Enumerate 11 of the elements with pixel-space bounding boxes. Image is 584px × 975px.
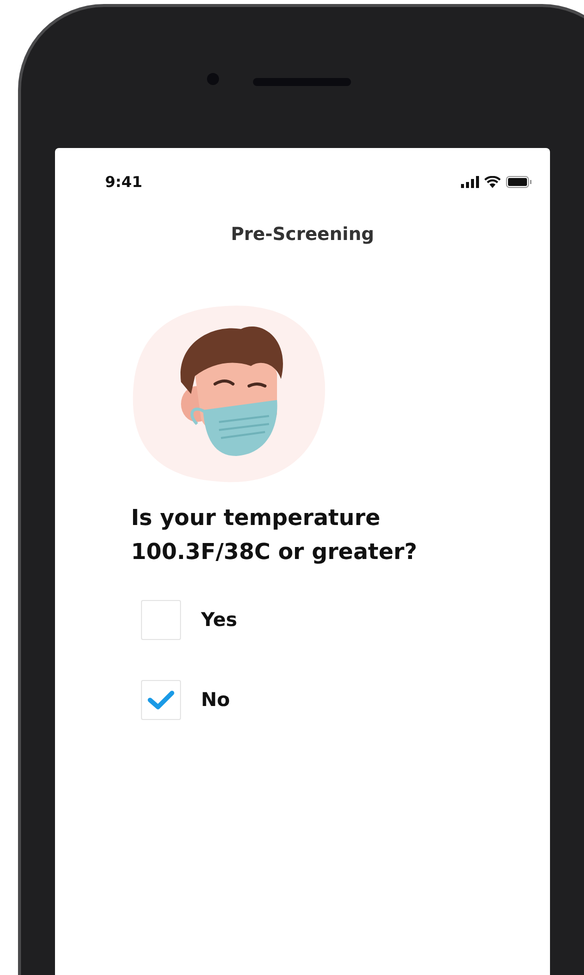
checkbox[interactable] — [141, 680, 181, 720]
option-label: Yes — [201, 609, 238, 631]
status-time: 9:41 — [105, 173, 142, 191]
question-text: Is your temperature 100.3F/38C or greater? — [131, 505, 418, 567]
battery-icon — [506, 176, 532, 188]
checkbox[interactable] — [141, 600, 181, 640]
checkmark-icon — [147, 690, 175, 710]
signal-icon — [461, 176, 479, 188]
screen-title: Pre-Screening — [230, 223, 376, 247]
option-label: No — [201, 689, 230, 711]
wifi-icon — [484, 176, 501, 188]
